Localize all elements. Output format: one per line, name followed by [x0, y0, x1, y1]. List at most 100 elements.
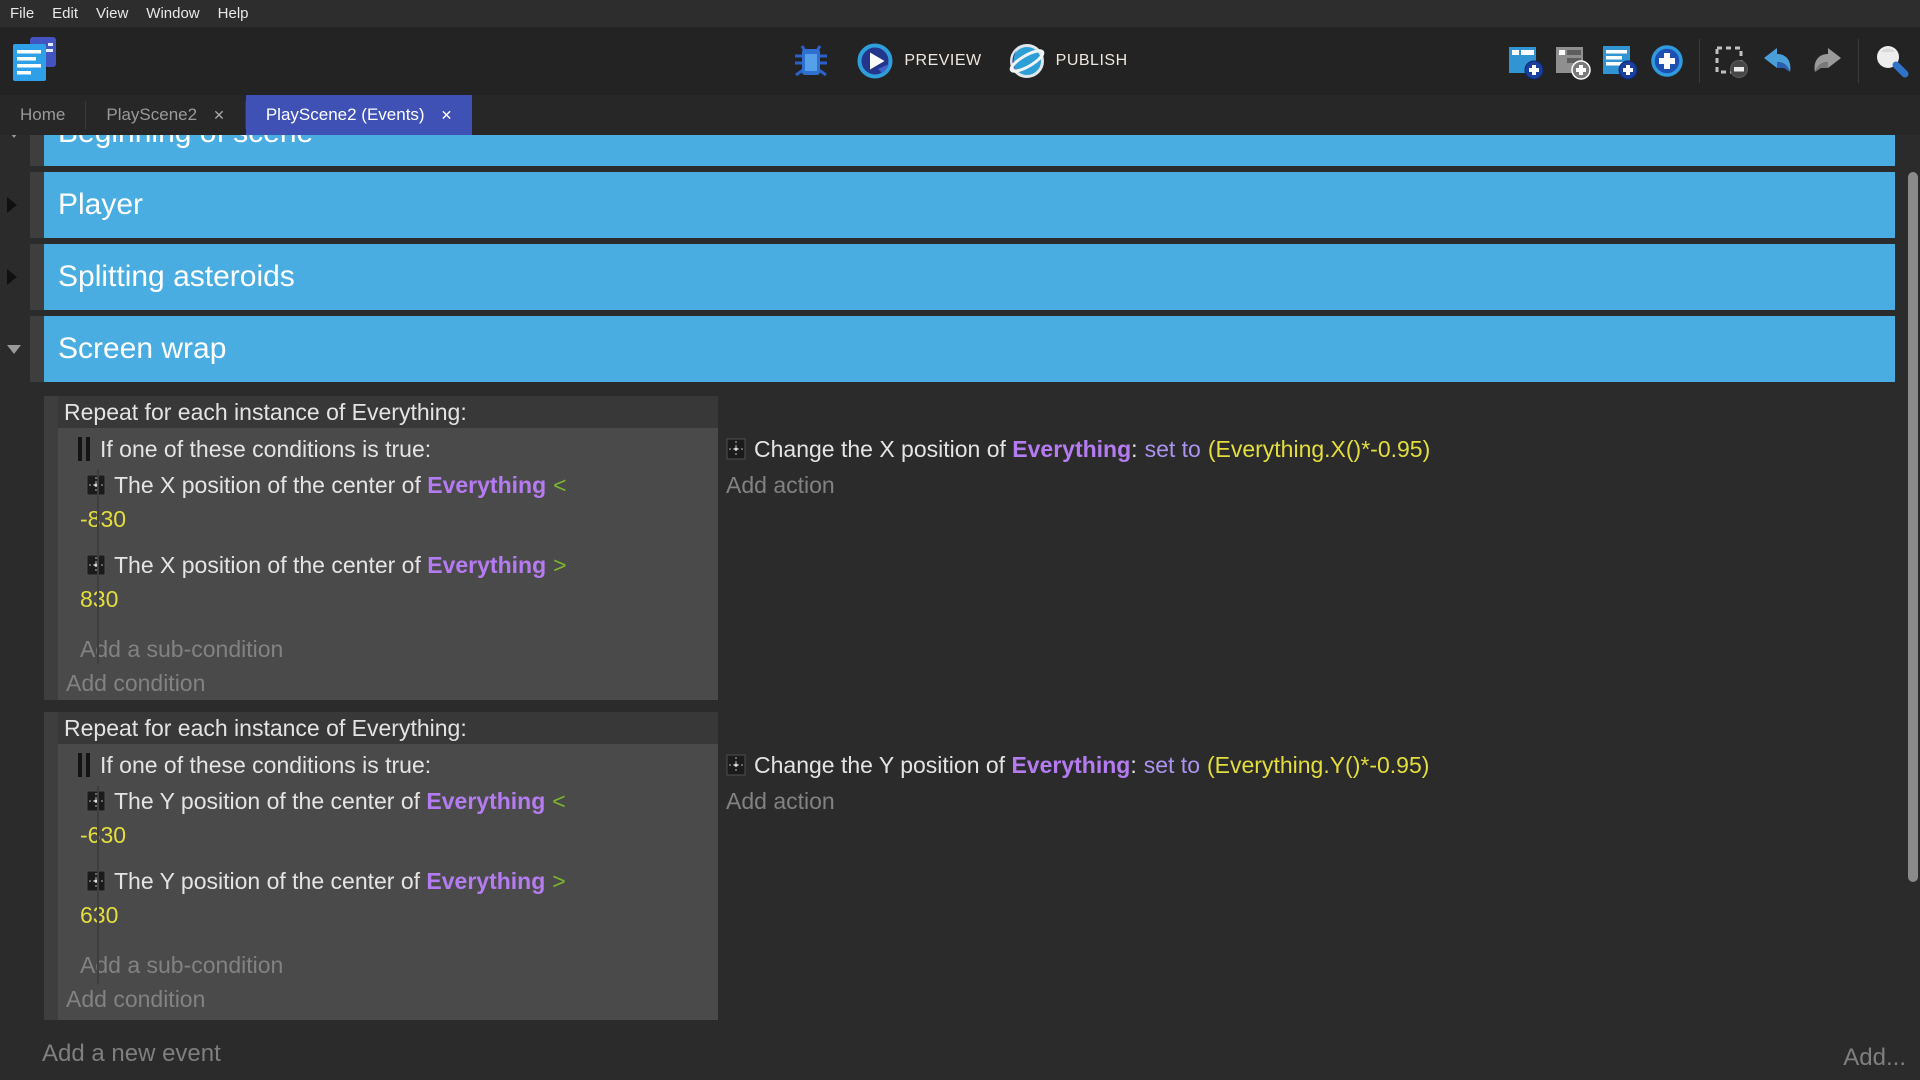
redo-icon[interactable] — [1807, 42, 1845, 80]
action-expression: (Everything.Y()*-0.95) — [1207, 752, 1429, 778]
publish-label: PUBLISH — [1056, 52, 1128, 70]
tab-playscene2-label: PlayScene2 — [106, 105, 197, 125]
menu-view[interactable]: View — [96, 5, 128, 22]
indent-guide — [97, 470, 99, 664]
add-sub-condition-link[interactable]: Add a sub-condition — [80, 950, 718, 980]
choose-add-event-icon[interactable] — [1648, 42, 1686, 80]
condition-value[interactable]: 630 — [80, 900, 718, 930]
add-subevent-icon[interactable] — [1554, 42, 1592, 80]
or-header-label: If one of these conditions is true: — [100, 752, 431, 779]
publish-planet-icon — [1008, 42, 1046, 80]
preview-play-icon — [856, 42, 894, 80]
action-row[interactable]: Change the X position of Everything: set … — [726, 434, 1895, 464]
add-action-link[interactable]: Add action — [726, 786, 1895, 816]
condition-row[interactable]: The Y position of the center of Everythi… — [86, 866, 718, 896]
object-name: Everything — [1012, 436, 1131, 462]
indent-guide — [97, 786, 99, 984]
menu-window[interactable]: Window — [146, 5, 199, 22]
menu-edit[interactable]: Edit — [52, 5, 78, 22]
group-header-splitting-asteroids[interactable]: Splitting asteroids — [44, 244, 1895, 310]
condition-row[interactable]: The Y position of the center of Everythi… — [86, 786, 718, 816]
condition-row[interactable]: The X position of the center of Everythi… — [86, 550, 718, 580]
add-more-link[interactable]: Add... — [1843, 1044, 1906, 1072]
or-icon — [78, 753, 90, 777]
conditions-panel: If one of these conditions is true: The … — [58, 744, 718, 1020]
tab-playscene2-events-label: PlayScene2 (Events) — [266, 105, 425, 125]
chevron-right-icon[interactable] — [7, 269, 17, 285]
event-gutter[interactable] — [30, 244, 44, 310]
condition-value[interactable]: -830 — [80, 504, 718, 534]
add-action-link[interactable]: Add action — [726, 470, 1895, 500]
publish-button[interactable]: PUBLISH — [1008, 42, 1128, 80]
actions-column: Change the Y position of Everything:set … — [718, 712, 1895, 1020]
condition-operator: > — [553, 552, 566, 578]
undo-icon[interactable] — [1760, 42, 1798, 80]
toolbar-separator — [1699, 39, 1700, 83]
preview-button[interactable]: PREVIEW — [856, 42, 981, 80]
add-sub-condition-link[interactable]: Add a sub-condition — [80, 634, 718, 664]
repeat-event-header[interactable]: Repeat for each instance of Everything: — [58, 712, 718, 744]
tab-playscene2-events[interactable]: PlayScene2 (Events) ✕ — [246, 95, 472, 135]
delete-selection-icon[interactable] — [1713, 42, 1751, 80]
conditions-column: Repeat for each instance of Everything: … — [58, 712, 718, 1020]
conditions-panel: If one of these conditions is true: The … — [58, 428, 718, 700]
debugger-bug-icon[interactable] — [792, 42, 830, 80]
close-tab-icon[interactable]: ✕ — [213, 107, 225, 124]
or-header-label: If one of these conditions is true: — [100, 436, 431, 463]
action-operator: set to — [1144, 752, 1200, 778]
action-text: Change the X position of — [754, 436, 1012, 462]
actions-column: Change the X position of Everything: set … — [718, 396, 1895, 700]
chevron-right-icon[interactable] — [7, 197, 17, 213]
event-gutter[interactable] — [44, 396, 58, 700]
condition-value[interactable]: 830 — [80, 584, 718, 614]
search-events-icon[interactable] — [1872, 42, 1910, 80]
tab-home-label: Home — [20, 105, 65, 125]
add-event-icon[interactable] — [1507, 42, 1545, 80]
fold-column — [0, 396, 44, 700]
group-header-screen-wrap[interactable]: Screen wrap — [44, 316, 1895, 382]
fold-column — [0, 244, 30, 310]
object-name: Everything — [426, 868, 545, 894]
chevron-down-icon[interactable] — [7, 135, 21, 138]
toolbar-right — [1507, 27, 1910, 95]
or-condition-header[interactable]: If one of these conditions is true: — [78, 434, 718, 464]
action-row[interactable]: Change the Y position of Everything:set … — [726, 750, 1895, 780]
vertical-scrollbar-thumb[interactable] — [1908, 172, 1918, 882]
event-gutter[interactable] — [30, 135, 44, 166]
group-header-beginning-of-scene[interactable]: Beginning of scene — [44, 135, 1895, 166]
close-tab-icon[interactable]: ✕ — [441, 107, 453, 124]
menu-bar: File Edit View Window Help — [0, 0, 1920, 27]
menu-help[interactable]: Help — [218, 5, 249, 22]
repeat-event-header[interactable]: Repeat for each instance of Everything: — [58, 396, 718, 428]
gdevelop-window: File Edit View Window Help — [0, 0, 1920, 1080]
add-comment-icon[interactable] — [1601, 42, 1639, 80]
add-new-event-link[interactable]: Add a new event — [42, 1040, 1920, 1068]
preview-label: PREVIEW — [904, 52, 981, 70]
action-separator: : — [1131, 436, 1137, 462]
fold-column — [0, 135, 30, 166]
position-icon — [726, 438, 746, 460]
tab-playscene2[interactable]: PlayScene2 ✕ — [86, 95, 244, 135]
event-gutter[interactable] — [30, 172, 44, 238]
condition-text: The X position of the center of — [114, 472, 427, 498]
or-condition-header[interactable]: If one of these conditions is true: — [78, 750, 718, 780]
chevron-down-icon[interactable] — [7, 345, 21, 354]
tab-home[interactable]: Home — [0, 95, 85, 135]
condition-value[interactable]: -630 — [80, 820, 718, 850]
add-condition-link[interactable]: Add condition — [66, 984, 718, 1014]
fold-column — [0, 712, 44, 1020]
object-name: Everything — [426, 788, 545, 814]
add-condition-link[interactable]: Add condition — [66, 668, 718, 698]
action-operator: set to — [1145, 436, 1201, 462]
condition-row[interactable]: The X position of the center of Everythi… — [86, 470, 718, 500]
event-gutter[interactable] — [44, 712, 58, 1020]
conditions-column: Repeat for each instance of Everything: … — [58, 396, 718, 700]
event-gutter[interactable] — [30, 316, 44, 382]
menu-file[interactable]: File — [10, 5, 34, 22]
condition-operator: < — [553, 472, 566, 498]
main-toolbar: PREVIEW PUBLISH — [0, 27, 1920, 95]
group-header-player[interactable]: Player — [44, 172, 1895, 238]
position-icon — [86, 790, 106, 812]
event-row: Repeat for each instance of Everything: … — [0, 712, 1895, 1020]
object-name: Everything — [427, 552, 546, 578]
